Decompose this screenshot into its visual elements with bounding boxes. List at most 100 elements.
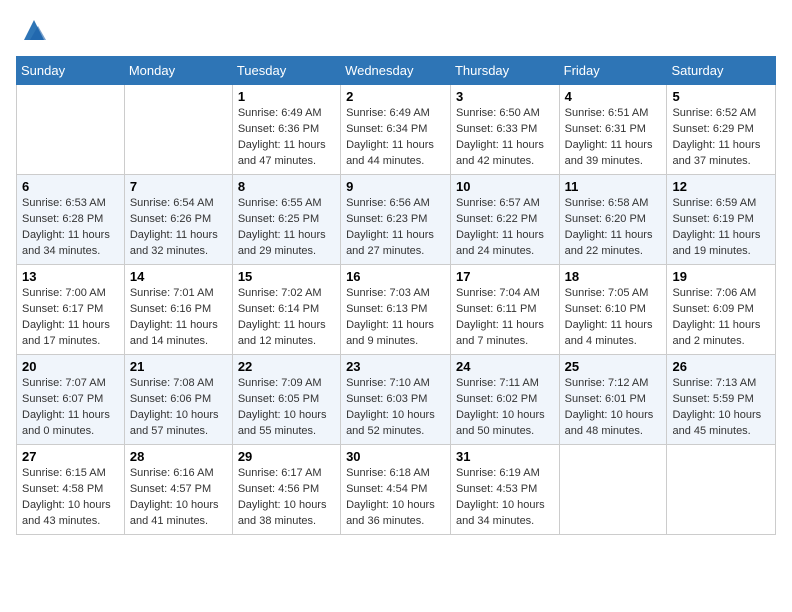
day-number: 9	[346, 179, 445, 194]
weekday-header-thursday: Thursday	[450, 57, 559, 85]
day-info: Sunrise: 7:04 AM Sunset: 6:11 PM Dayligh…	[456, 286, 554, 350]
day-info: Sunrise: 6:58 AM Sunset: 6:20 PM Dayligh…	[565, 196, 662, 260]
calendar-cell	[17, 85, 125, 175]
day-number: 25	[565, 359, 662, 374]
day-number: 23	[346, 359, 445, 374]
calendar-cell: 26 Sunrise: 7:13 AM Sunset: 5:59 PM Dayli…	[667, 355, 776, 445]
day-number: 2	[346, 89, 445, 104]
week-row-3: 13Sunrise: 7:00 AM Sunset: 6:17 PM Dayli…	[17, 265, 776, 355]
day-number: 8	[238, 179, 335, 194]
day-info: Sunrise: 7:02 AM Sunset: 6:14 PM Dayligh…	[238, 286, 335, 350]
calendar-cell: 27 Sunrise: 6:15 AM Sunset: 4:58 PM Dayli…	[17, 445, 125, 535]
day-info: Sunrise: 6:49 AM Sunset: 6:34 PM Dayligh…	[346, 106, 445, 170]
calendar-cell: 21 Sunrise: 7:08 AM Sunset: 6:06 PM Dayli…	[124, 355, 232, 445]
week-row-2: 6 Sunrise: 6:53 AM Sunset: 6:28 PM Daylig…	[17, 175, 776, 265]
calendar-cell: 15 Sunrise: 7:02 AM Sunset: 6:14 PM Dayli…	[232, 265, 340, 355]
week-row-5: 27 Sunrise: 6:15 AM Sunset: 4:58 PM Dayli…	[17, 445, 776, 535]
day-info: Sunrise: 6:50 AM Sunset: 6:33 PM Dayligh…	[456, 106, 554, 170]
day-info: Sunrise: 7:11 AM Sunset: 6:02 PM Dayligh…	[456, 376, 554, 440]
day-number: 18	[565, 269, 662, 284]
day-number: 27	[22, 449, 119, 464]
weekday-header-friday: Friday	[559, 57, 667, 85]
calendar-cell: 20 Sunrise: 7:07 AM Sunset: 6:07 PM Dayli…	[17, 355, 125, 445]
day-number: 17	[456, 269, 554, 284]
day-number: 20	[22, 359, 119, 374]
calendar-cell: 19Sunrise: 7:06 AM Sunset: 6:09 PM Dayli…	[667, 265, 776, 355]
day-info: Sunrise: 6:59 AM Sunset: 6:19 PM Dayligh…	[672, 196, 770, 260]
calendar-cell: 6 Sunrise: 6:53 AM Sunset: 6:28 PM Daylig…	[17, 175, 125, 265]
day-number: 28	[130, 449, 227, 464]
day-number: 15	[238, 269, 335, 284]
calendar-cell: 10 Sunrise: 6:57 AM Sunset: 6:22 PM Dayli…	[450, 175, 559, 265]
weekday-header-tuesday: Tuesday	[232, 57, 340, 85]
calendar-cell: 16Sunrise: 7:03 AM Sunset: 6:13 PM Dayli…	[341, 265, 451, 355]
day-info: Sunrise: 6:57 AM Sunset: 6:22 PM Dayligh…	[456, 196, 554, 260]
calendar-cell: 29 Sunrise: 6:17 AM Sunset: 4:56 PM Dayli…	[232, 445, 340, 535]
day-info: Sunrise: 7:09 AM Sunset: 6:05 PM Dayligh…	[238, 376, 335, 440]
day-info: Sunrise: 6:49 AM Sunset: 6:36 PM Dayligh…	[238, 106, 335, 170]
day-number: 26	[672, 359, 770, 374]
day-number: 13	[22, 269, 119, 284]
day-number: 4	[565, 89, 662, 104]
day-number: 30	[346, 449, 445, 464]
calendar-cell: 13Sunrise: 7:00 AM Sunset: 6:17 PM Dayli…	[17, 265, 125, 355]
day-info: Sunrise: 7:07 AM Sunset: 6:07 PM Dayligh…	[22, 376, 119, 440]
calendar-cell: 7Sunrise: 6:54 AM Sunset: 6:26 PM Daylig…	[124, 175, 232, 265]
day-info: Sunrise: 6:18 AM Sunset: 4:54 PM Dayligh…	[346, 466, 445, 530]
weekday-header-monday: Monday	[124, 57, 232, 85]
calendar-cell: 28Sunrise: 6:16 AM Sunset: 4:57 PM Dayli…	[124, 445, 232, 535]
day-number: 1	[238, 89, 335, 104]
weekday-header-row: SundayMondayTuesdayWednesdayThursdayFrid…	[17, 57, 776, 85]
calendar-cell: 3 Sunrise: 6:50 AM Sunset: 6:33 PM Daylig…	[450, 85, 559, 175]
page-header	[16, 16, 776, 44]
calendar-cell	[559, 445, 667, 535]
calendar-cell: 18Sunrise: 7:05 AM Sunset: 6:10 PM Dayli…	[559, 265, 667, 355]
day-number: 24	[456, 359, 554, 374]
calendar-cell: 25 Sunrise: 7:12 AM Sunset: 6:01 PM Dayli…	[559, 355, 667, 445]
day-info: Sunrise: 7:10 AM Sunset: 6:03 PM Dayligh…	[346, 376, 445, 440]
day-number: 5	[672, 89, 770, 104]
day-info: Sunrise: 6:51 AM Sunset: 6:31 PM Dayligh…	[565, 106, 662, 170]
calendar-cell: 2 Sunrise: 6:49 AM Sunset: 6:34 PM Daylig…	[341, 85, 451, 175]
weekday-header-saturday: Saturday	[667, 57, 776, 85]
day-number: 29	[238, 449, 335, 464]
day-info: Sunrise: 7:06 AM Sunset: 6:09 PM Dayligh…	[672, 286, 770, 350]
day-number: 22	[238, 359, 335, 374]
day-info: Sunrise: 6:17 AM Sunset: 4:56 PM Dayligh…	[238, 466, 335, 530]
calendar-cell: 4 Sunrise: 6:51 AM Sunset: 6:31 PM Daylig…	[559, 85, 667, 175]
calendar-cell	[124, 85, 232, 175]
day-number: 21	[130, 359, 227, 374]
day-info: Sunrise: 7:01 AM Sunset: 6:16 PM Dayligh…	[130, 286, 227, 350]
calendar-cell: 11 Sunrise: 6:58 AM Sunset: 6:20 PM Dayli…	[559, 175, 667, 265]
day-number: 16	[346, 269, 445, 284]
calendar-cell: 22 Sunrise: 7:09 AM Sunset: 6:05 PM Dayli…	[232, 355, 340, 445]
day-number: 10	[456, 179, 554, 194]
calendar-table: SundayMondayTuesdayWednesdayThursdayFrid…	[16, 56, 776, 535]
day-info: Sunrise: 6:55 AM Sunset: 6:25 PM Dayligh…	[238, 196, 335, 260]
day-number: 3	[456, 89, 554, 104]
calendar-cell: 30 Sunrise: 6:18 AM Sunset: 4:54 PM Dayli…	[341, 445, 451, 535]
day-number: 31	[456, 449, 554, 464]
weekday-header-wednesday: Wednesday	[341, 57, 451, 85]
logo-icon	[20, 16, 48, 44]
day-info: Sunrise: 6:52 AM Sunset: 6:29 PM Dayligh…	[672, 106, 770, 170]
weekday-header-sunday: Sunday	[17, 57, 125, 85]
calendar-cell: 14 Sunrise: 7:01 AM Sunset: 6:16 PM Dayli…	[124, 265, 232, 355]
day-info: Sunrise: 6:15 AM Sunset: 4:58 PM Dayligh…	[22, 466, 119, 530]
day-number: 11	[565, 179, 662, 194]
day-info: Sunrise: 7:12 AM Sunset: 6:01 PM Dayligh…	[565, 376, 662, 440]
day-info: Sunrise: 7:13 AM Sunset: 5:59 PM Dayligh…	[672, 376, 770, 440]
calendar-cell: 12 Sunrise: 6:59 AM Sunset: 6:19 PM Dayli…	[667, 175, 776, 265]
day-info: Sunrise: 6:19 AM Sunset: 4:53 PM Dayligh…	[456, 466, 554, 530]
day-info: Sunrise: 6:56 AM Sunset: 6:23 PM Dayligh…	[346, 196, 445, 260]
week-row-1: 1 Sunrise: 6:49 AM Sunset: 6:36 PM Daylig…	[17, 85, 776, 175]
day-number: 6	[22, 179, 119, 194]
day-number: 14	[130, 269, 227, 284]
week-row-4: 20 Sunrise: 7:07 AM Sunset: 6:07 PM Dayli…	[17, 355, 776, 445]
calendar-cell: 1 Sunrise: 6:49 AM Sunset: 6:36 PM Daylig…	[232, 85, 340, 175]
day-info: Sunrise: 6:53 AM Sunset: 6:28 PM Dayligh…	[22, 196, 119, 260]
logo	[16, 16, 48, 44]
calendar-cell: 9 Sunrise: 6:56 AM Sunset: 6:23 PM Daylig…	[341, 175, 451, 265]
day-info: Sunrise: 7:08 AM Sunset: 6:06 PM Dayligh…	[130, 376, 227, 440]
day-number: 12	[672, 179, 770, 194]
